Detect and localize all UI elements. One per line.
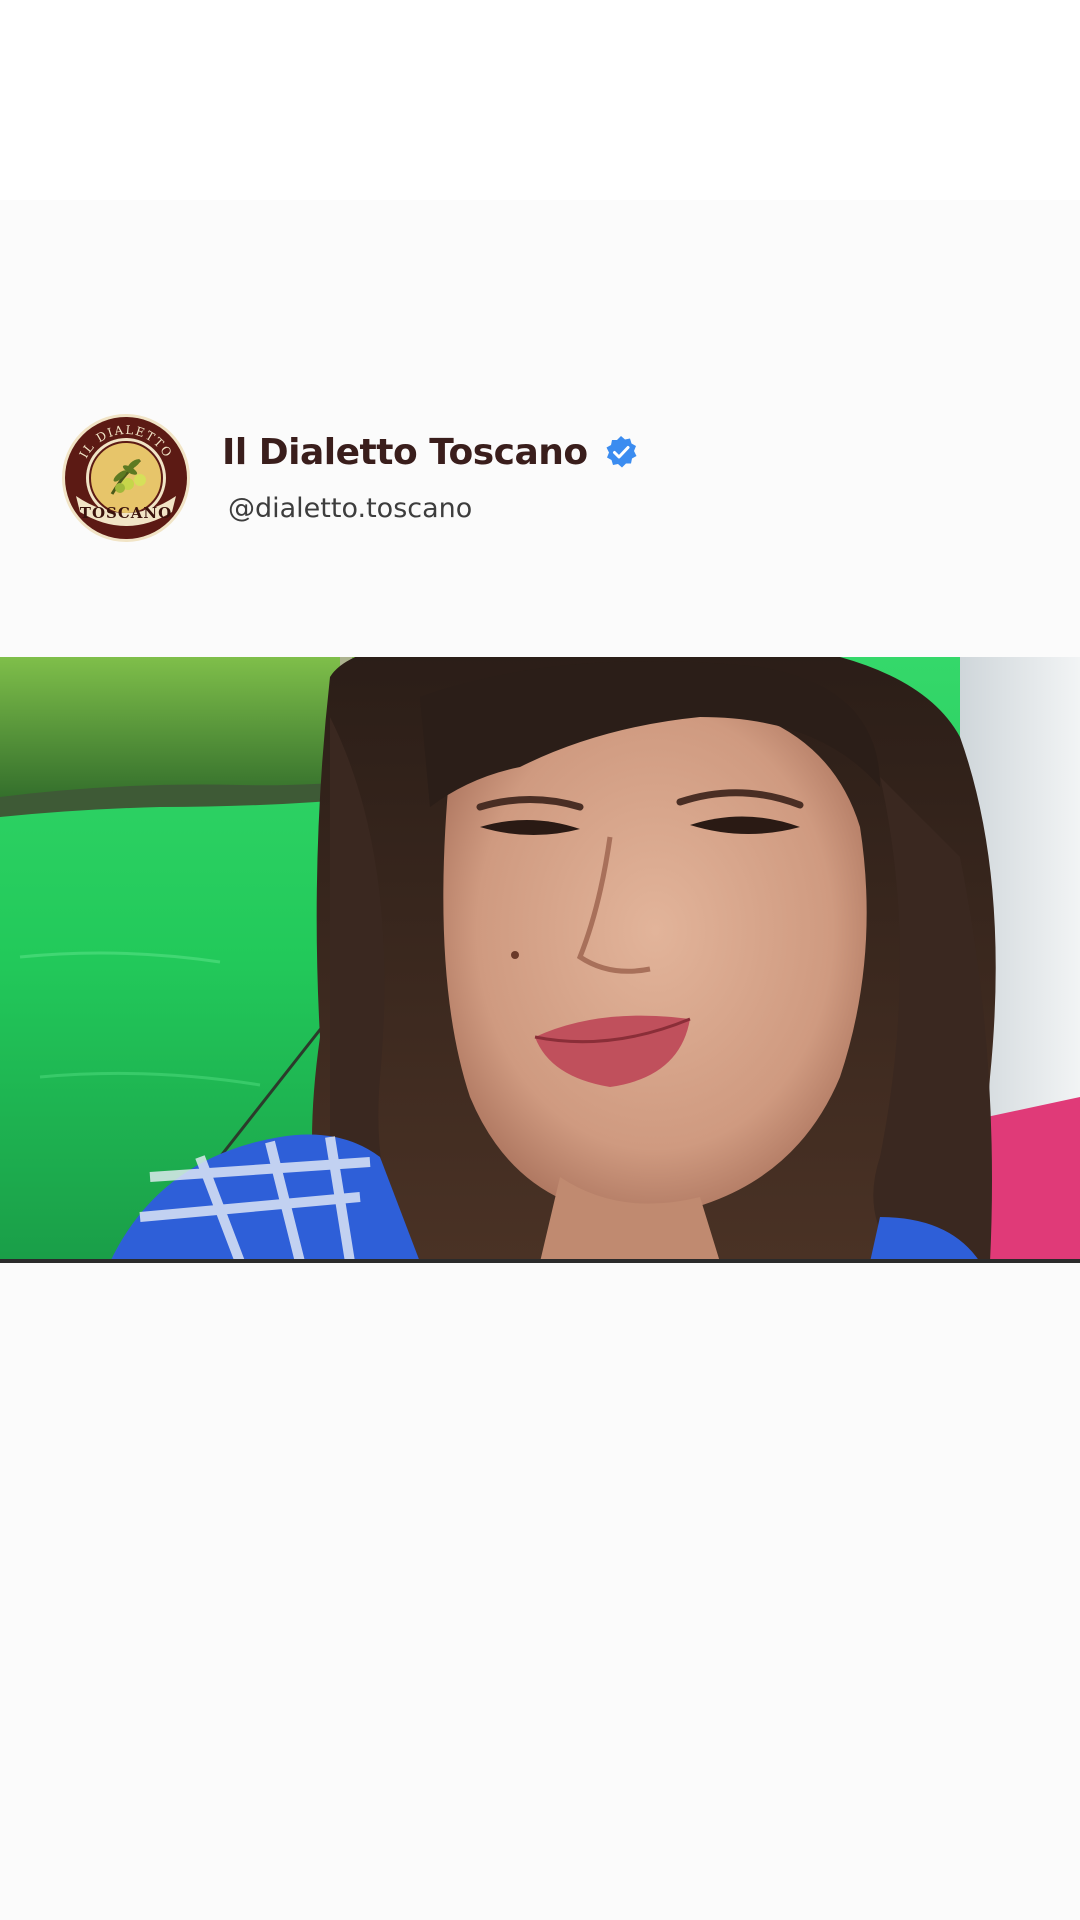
profile-header[interactable]: IL DIALETTO TOSCANO Il Dialetto Toscano …: [60, 410, 638, 545]
account-name[interactable]: Il Dialetto Toscano: [222, 432, 588, 473]
verified-badge-icon: [604, 435, 638, 469]
title-row: Il Dialetto Toscano: [222, 432, 638, 473]
video-player[interactable]: [0, 657, 1080, 1262]
top-blank-area: [0, 0, 1080, 200]
video-progress-bar[interactable]: [0, 1259, 1080, 1263]
video-frame-woman-on-boat-icon: [0, 657, 1080, 1262]
svg-text:TOSCANO: TOSCANO: [80, 504, 172, 522]
il-dialetto-toscano-logo-icon[interactable]: IL DIALETTO TOSCANO: [60, 412, 192, 544]
profile-names: Il Dialetto Toscano @dialetto.toscano: [222, 432, 638, 524]
page: IL DIALETTO TOSCANO Il Dialetto Toscano …: [0, 0, 1080, 1920]
account-handle[interactable]: @dialetto.toscano: [228, 493, 638, 524]
